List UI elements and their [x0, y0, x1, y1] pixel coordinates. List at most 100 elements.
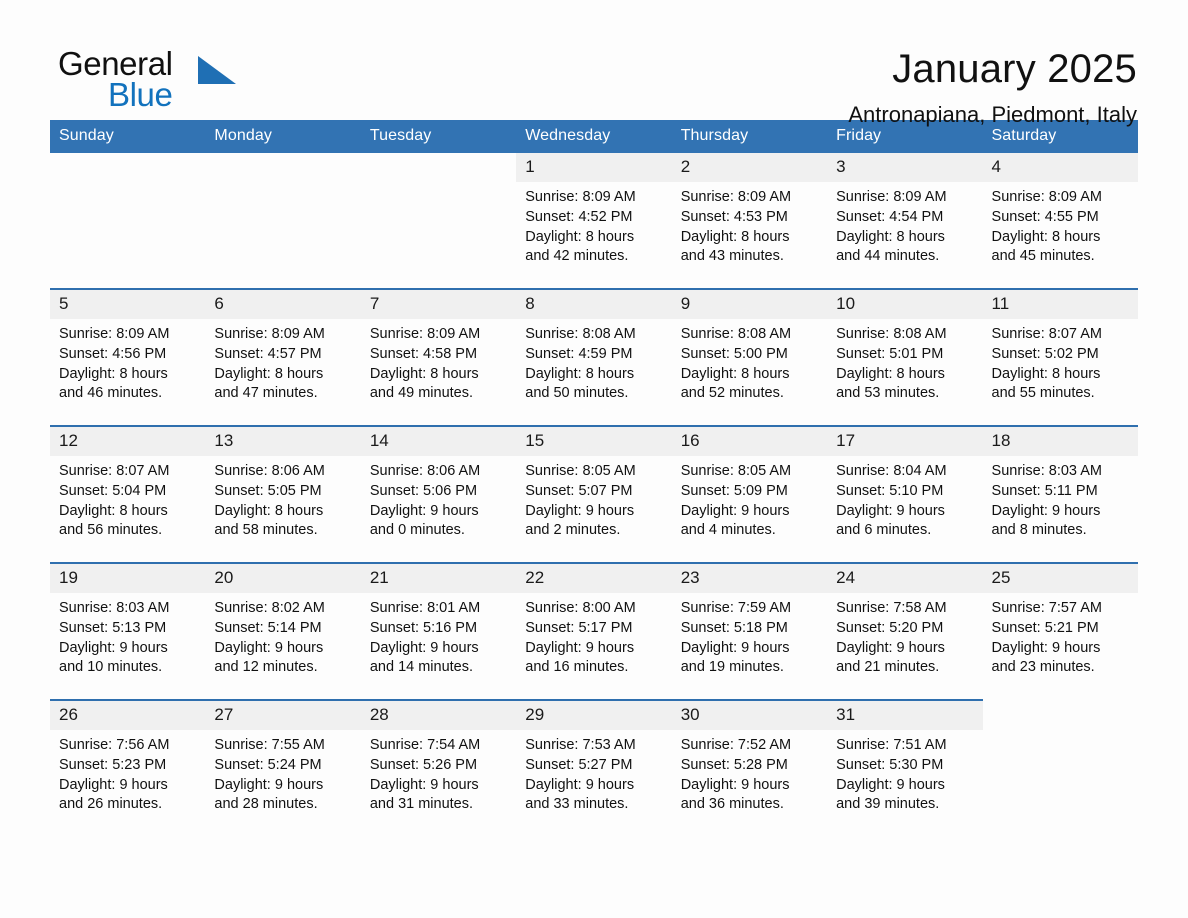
- calendar-day-cell[interactable]: 26 Sunrise: 7:56 AM Sunset: 5:23 PM Dayligh…: [50, 699, 206, 836]
- day-daylight-line1-text: Daylight: 9 hours: [214, 776, 324, 793]
- title-block: January 2025 Antronapiana, Piedmont, Ita…: [848, 46, 1138, 130]
- calendar-day-cell[interactable]: 3 Sunrise: 8:09 AM Sunset: 4:54 PM Daylight…: [827, 153, 983, 289]
- day-sunrise-text: Sunrise: 8:05 AM: [525, 463, 636, 479]
- day-number: 21: [360, 564, 517, 593]
- day-details: Sunrise: 8:07 AM Sunset: 5:04 PM Daylight:…: [50, 456, 205, 541]
- day-sunset-text: Sunset: 4:58 PM: [369, 345, 478, 362]
- day-sunrise-text: Sunrise: 7:55 AM: [214, 737, 325, 753]
- calendar-day-cell[interactable]: 30 Sunrise: 7:52 AM Sunset: 5:28 PM Dayligh…: [671, 699, 828, 836]
- day-number: 20: [205, 564, 361, 593]
- day-sunset-text: Sunset: 4:53 PM: [680, 208, 788, 225]
- calendar-day-cell[interactable]: 4 Sunrise: 8:09 AM Sunset: 4:55 PM Daylight…: [982, 153, 1138, 289]
- day-sunset-text: Sunset: 5:28 PM: [680, 756, 788, 773]
- general-blue-logo[interactable]: General Blue: [50, 46, 250, 118]
- day-details: Sunrise: 8:04 AM Sunset: 5:10 PM Daylight:…: [827, 456, 982, 541]
- calendar-day-cell[interactable]: 1 Sunrise: 8:09 AM Sunset: 4:52 PM Daylight…: [516, 153, 672, 289]
- calendar-day-cell[interactable]: 17 Sunrise: 8:04 AM Sunset: 5:10 PM Dayligh…: [827, 425, 983, 563]
- day-number: 25: [982, 564, 1138, 593]
- day-sunrise-text: Sunrise: 8:09 AM: [214, 326, 325, 342]
- day-number: 7: [360, 290, 517, 319]
- day-daylight-line1-text: Daylight: 9 hours: [369, 639, 479, 656]
- calendar-day-cell[interactable]: 12 Sunrise: 8:07 AM Sunset: 5:04 PM Dayligh…: [50, 425, 206, 563]
- calendar-day-cell[interactable]: 14 Sunrise: 8:06 AM Sunset: 5:06 PM Dayligh…: [360, 425, 517, 563]
- day-sunrise-text: Sunrise: 7:59 AM: [680, 600, 792, 616]
- day-sunrise-text: Sunrise: 7:56 AM: [59, 737, 170, 753]
- day-sunset-text: Sunset: 5:00 PM: [680, 345, 788, 362]
- day-details: Sunrise: 8:09 AM Sunset: 4:54 PM Daylight:…: [827, 182, 982, 267]
- day-number: 19: [50, 564, 206, 593]
- day-details: Sunrise: 7:54 AM Sunset: 5:26 PM Daylight:…: [361, 730, 516, 815]
- logo-triangle-icon: [198, 56, 236, 84]
- day-daylight-line1-text: Daylight: 8 hours: [991, 365, 1101, 382]
- calendar-day-cell[interactable]: 20 Sunrise: 8:02 AM Sunset: 5:14 PM Dayligh…: [205, 562, 361, 700]
- day-sunrise-text: Sunrise: 8:09 AM: [991, 189, 1102, 205]
- calendar-day-cell[interactable]: 27 Sunrise: 7:55 AM Sunset: 5:24 PM Dayligh…: [205, 699, 361, 836]
- day-daylight-line2-text: and 42 minutes.: [525, 248, 629, 265]
- calendar-day-cell[interactable]: 23 Sunrise: 7:59 AM Sunset: 5:18 PM Dayligh…: [671, 562, 828, 700]
- day-details: Sunrise: 7:52 AM Sunset: 5:28 PM Daylight:…: [672, 730, 827, 815]
- calendar-day-cell[interactable]: 24 Sunrise: 7:58 AM Sunset: 5:20 PM Dayligh…: [827, 562, 983, 700]
- day-number: 5: [50, 290, 206, 319]
- day-number: 12: [50, 427, 206, 456]
- day-sunrise-text: Sunrise: 8:06 AM: [369, 463, 481, 479]
- day-sunrise-text: Sunrise: 8:00 AM: [525, 600, 636, 616]
- day-details: Sunrise: 8:08 AM Sunset: 5:01 PM Daylight:…: [827, 319, 982, 404]
- day-details: Sunrise: 8:09 AM Sunset: 4:58 PM Daylight:…: [361, 319, 516, 404]
- calendar-day-cell[interactable]: 13 Sunrise: 8:06 AM Sunset: 5:05 PM Dayligh…: [205, 425, 361, 563]
- calendar-day-cell[interactable]: 9 Sunrise: 8:08 AM Sunset: 5:00 PM Daylight…: [671, 288, 828, 426]
- day-sunset-text: Sunset: 5:14 PM: [214, 619, 322, 636]
- day-sunrise-text: Sunrise: 7:51 AM: [836, 737, 947, 753]
- weekday-header-thursday: Thursday: [671, 120, 828, 153]
- day-daylight-line2-text: and 21 minutes.: [836, 659, 940, 676]
- calendar-day-cell[interactable]: 22 Sunrise: 8:00 AM Sunset: 5:17 PM Dayligh…: [516, 562, 672, 700]
- calendar-day-cell[interactable]: 8 Sunrise: 8:08 AM Sunset: 4:59 PM Daylight…: [516, 288, 672, 426]
- day-daylight-line1-text: Daylight: 9 hours: [214, 639, 324, 656]
- day-sunset-text: Sunset: 5:10 PM: [836, 482, 944, 499]
- day-daylight-line1-text: Daylight: 9 hours: [991, 502, 1101, 519]
- calendar-day-cell[interactable]: 16 Sunrise: 8:05 AM Sunset: 5:09 PM Dayligh…: [671, 425, 828, 563]
- calendar-day-cell[interactable]: 28 Sunrise: 7:54 AM Sunset: 5:26 PM Dayligh…: [360, 699, 517, 836]
- calendar-day-cell[interactable]: 2 Sunrise: 8:09 AM Sunset: 4:53 PM Daylight…: [671, 153, 828, 289]
- day-sunrise-text: Sunrise: 8:09 AM: [59, 326, 170, 342]
- day-details: Sunrise: 8:00 AM Sunset: 5:17 PM Daylight:…: [516, 593, 671, 678]
- calendar-day-cell[interactable]: 25 Sunrise: 7:57 AM Sunset: 5:21 PM Dayligh…: [982, 562, 1138, 700]
- calendar-day-cell[interactable]: 6 Sunrise: 8:09 AM Sunset: 4:57 PM Daylight…: [205, 288, 361, 426]
- day-sunrise-text: Sunrise: 7:53 AM: [525, 737, 636, 753]
- calendar-day-cell[interactable]: 18 Sunrise: 8:03 AM Sunset: 5:11 PM Dayligh…: [982, 425, 1138, 563]
- day-number: 4: [982, 153, 1138, 182]
- calendar-day-cell[interactable]: 19 Sunrise: 8:03 AM Sunset: 5:13 PM Dayligh…: [50, 562, 206, 700]
- day-details: Sunrise: 8:09 AM Sunset: 4:53 PM Daylight:…: [672, 182, 827, 267]
- day-sunset-text: Sunset: 5:26 PM: [369, 756, 478, 773]
- page-header: General Blue January 2025 Antronapiana, …: [50, 0, 1138, 128]
- calendar-day-cell[interactable]: 31 Sunrise: 7:51 AM Sunset: 5:30 PM Dayligh…: [827, 699, 983, 836]
- calendar-body: 1 Sunrise: 8:09 AM Sunset: 4:52 PM Daylight…: [50, 153, 1138, 836]
- day-number: 17: [827, 427, 983, 456]
- day-sunset-text: Sunset: 5:16 PM: [369, 619, 478, 636]
- day-daylight-line2-text: and 16 minutes.: [525, 659, 629, 676]
- calendar-day-cell[interactable]: 15 Sunrise: 8:05 AM Sunset: 5:07 PM Dayligh…: [516, 425, 672, 563]
- day-daylight-line1-text: Daylight: 9 hours: [991, 639, 1101, 656]
- day-daylight-line1-text: Daylight: 9 hours: [836, 639, 945, 656]
- calendar-day-cell[interactable]: 29 Sunrise: 7:53 AM Sunset: 5:27 PM Dayligh…: [516, 699, 672, 836]
- day-details: Sunrise: 7:53 AM Sunset: 5:27 PM Daylight:…: [516, 730, 671, 815]
- calendar-day-cell[interactable]: 21 Sunrise: 8:01 AM Sunset: 5:16 PM Dayligh…: [360, 562, 517, 700]
- calendar-day-cell[interactable]: 7 Sunrise: 8:09 AM Sunset: 4:58 PM Daylight…: [360, 288, 517, 426]
- day-sunset-text: Sunset: 5:02 PM: [991, 345, 1099, 362]
- day-sunset-text: Sunset: 5:09 PM: [680, 482, 788, 499]
- calendar-week-row: 26 Sunrise: 7:56 AM Sunset: 5:23 PM Dayligh…: [50, 699, 1138, 836]
- calendar-day-cell[interactable]: 5 Sunrise: 8:09 AM Sunset: 4:56 PM Daylight…: [50, 288, 206, 426]
- day-sunrise-text: Sunrise: 8:09 AM: [525, 189, 636, 205]
- day-daylight-line2-text: and 36 minutes.: [680, 796, 784, 813]
- day-daylight-line1-text: Daylight: 9 hours: [369, 776, 479, 793]
- day-details: Sunrise: 8:02 AM Sunset: 5:14 PM Daylight:…: [205, 593, 360, 678]
- logo-text-blue: Blue: [108, 76, 173, 113]
- day-daylight-line1-text: Daylight: 8 hours: [59, 365, 168, 382]
- calendar-day-cell[interactable]: 10 Sunrise: 8:08 AM Sunset: 5:01 PM Dayligh…: [827, 288, 983, 426]
- day-sunrise-text: Sunrise: 8:08 AM: [525, 326, 636, 342]
- day-daylight-line1-text: Daylight: 9 hours: [525, 776, 635, 793]
- calendar-day-cell[interactable]: 11 Sunrise: 8:07 AM Sunset: 5:02 PM Dayligh…: [982, 288, 1138, 426]
- day-number: 31: [827, 701, 983, 730]
- weekday-header-wednesday: Wednesday: [516, 120, 672, 153]
- day-daylight-line2-text: and 56 minutes.: [59, 522, 163, 539]
- day-daylight-line2-text: and 58 minutes.: [214, 522, 318, 539]
